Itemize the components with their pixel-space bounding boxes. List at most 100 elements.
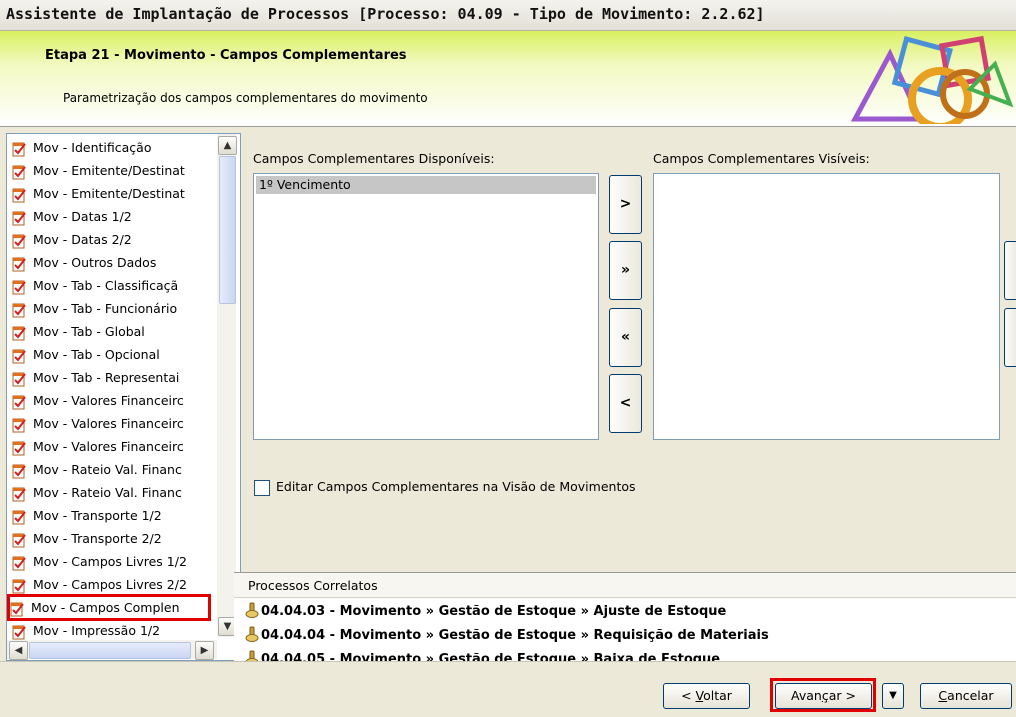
back-button[interactable]: < Voltar: [663, 683, 750, 709]
step-item-label: Mov - Campos Livres 1/2: [33, 554, 187, 569]
checklist-icon: [12, 188, 26, 202]
available-fields-list[interactable]: 1º Vencimento: [253, 173, 599, 440]
steps-vertical-scrollbar[interactable]: ▲ ▼: [217, 134, 237, 637]
back-button-accesskey: V: [695, 688, 704, 703]
step-item-label: Mov - Valores Financeirc: [33, 393, 184, 408]
step-item-label: Mov - Datas 2/2: [33, 232, 132, 247]
move-right-button[interactable]: >: [609, 175, 642, 234]
step-item-label: Mov - Valores Financeirc: [33, 439, 184, 454]
checklist-icon: [12, 211, 26, 225]
step-item-label: Mov - Tab - Representai: [33, 370, 180, 385]
checklist-icon: [12, 349, 26, 363]
related-process-label: 04.04.03 - Movimento » Gestão de Estoque…: [261, 604, 727, 619]
move-left-button[interactable]: <: [609, 374, 642, 433]
step-item[interactable]: Mov - Valores Financeirc: [11, 389, 209, 412]
step-item-label: Mov - Datas 1/2: [33, 209, 132, 224]
step-item[interactable]: Mov - Valores Financeirc: [11, 435, 209, 458]
step-item-label: Mov - Tab - Global: [33, 324, 145, 339]
step-item-label: Mov - Valores Financeirc: [33, 416, 184, 431]
step-item[interactable]: Mov - Valores Financeirc: [11, 412, 209, 435]
next-button-accesskey: ç: [821, 688, 829, 703]
list-item[interactable]: 1º Vencimento: [256, 176, 596, 194]
step-item[interactable]: Mov - Outros Dados: [11, 251, 209, 274]
step-item-label: Mov - Campos Livres 2/2: [33, 577, 187, 592]
step-item[interactable]: Mov - Tab - Classificaçã: [11, 274, 209, 297]
step-item[interactable]: Mov - Transporte 2/2: [11, 527, 209, 550]
related-process-link[interactable]: 04.04.03 - Movimento » Gestão de Estoque…: [244, 601, 726, 623]
scroll-thumb[interactable]: [219, 156, 236, 304]
next-button-label-pre: Avan: [791, 688, 822, 703]
scroll-right-icon[interactable]: ▶: [195, 641, 214, 660]
main-panel: Campos Complementares Disponíveis: 1º Ve…: [241, 133, 1016, 570]
back-button-label-post: oltar: [703, 688, 732, 703]
step-item-label: Mov - Emitente/Destinat: [33, 163, 185, 178]
move-up-button[interactable]: [1004, 241, 1016, 300]
checklist-icon: [12, 418, 26, 432]
step-title: Etapa 21 - Movimento - Campos Complement…: [45, 48, 407, 63]
checklist-icon: [12, 625, 26, 639]
checklist-icon: [12, 464, 26, 478]
checklist-icon: [12, 533, 26, 547]
steps-list[interactable]: Mov - Identificação Mov - Emitente/Destin…: [6, 133, 241, 661]
checklist-icon: [12, 234, 26, 248]
step-description: Parametrização dos campos complementares…: [63, 91, 428, 105]
step-item[interactable]: Mov - Campos Livres 1/2: [11, 550, 209, 573]
step-item[interactable]: Mov - Datas 1/2: [11, 205, 209, 228]
window-title: Assistente de Implantação de Processos […: [6, 5, 765, 23]
step-item[interactable]: Mov - Identificação: [11, 136, 209, 159]
cancel-button-accesskey: C: [938, 688, 948, 703]
checklist-icon: [12, 142, 26, 156]
scroll-up-icon[interactable]: ▲: [218, 136, 237, 155]
next-dropdown-button[interactable]: ▼: [882, 683, 904, 709]
related-process-link[interactable]: 04.04.04 - Movimento » Gestão de Estoque…: [244, 625, 769, 647]
step-item-label: Mov - Tab - Classificaçã: [33, 278, 179, 293]
checklist-icon: [12, 257, 26, 271]
step-item[interactable]: Mov - Tab - Funcionário: [11, 297, 209, 320]
move-all-left-button[interactable]: «: [609, 308, 642, 367]
move-down-button[interactable]: [1004, 308, 1016, 367]
step-item[interactable]: Mov - Rateio Val. Financ: [11, 481, 209, 504]
checklist-icon: [12, 395, 26, 409]
step-item[interactable]: Mov - Datas 2/2: [11, 228, 209, 251]
step-item-label: Mov - Transporte 2/2: [33, 531, 162, 546]
scroll-left-icon[interactable]: ◀: [9, 641, 28, 660]
step-item[interactable]: Mov - Transporte 1/2: [11, 504, 209, 527]
checklist-icon: [12, 556, 26, 570]
visible-fields-label: Campos Complementares Visíveis:: [653, 151, 870, 166]
move-all-right-button[interactable]: »: [609, 241, 642, 300]
step-item[interactable]: Mov - Tab - Opcional: [11, 343, 209, 366]
related-processes-panel: Processos Correlatos 04.04.03 - Moviment…: [234, 572, 1016, 661]
next-button[interactable]: Avançar >: [775, 683, 872, 709]
step-item[interactable]: Mov - Campos Livres 2/2: [11, 573, 209, 596]
chevron-down-icon: ▼: [889, 690, 897, 701]
step-item[interactable]: Mov - Campos Complen: [7, 594, 211, 621]
edit-fields-checkbox-label[interactable]: Editar Campos Complementares na Visão de…: [276, 479, 636, 494]
step-item[interactable]: Mov - Emitente/Destinat: [11, 159, 209, 182]
step-item-label: Mov - Transporte 1/2: [33, 508, 162, 523]
checklist-icon: [12, 579, 26, 593]
checklist-icon: [12, 165, 26, 179]
checklist-icon: [12, 372, 26, 386]
step-item-label: Mov - Outros Dados: [33, 255, 157, 270]
step-item-label: Mov - Tab - Opcional: [33, 347, 160, 362]
back-button-label-pre: <: [681, 688, 696, 703]
step-item[interactable]: Mov - Impressão 1/2: [11, 619, 209, 642]
cancel-button-label-post: ancelar: [947, 688, 994, 703]
cancel-button[interactable]: Cancelar: [920, 683, 1012, 709]
visible-fields-list[interactable]: [653, 173, 1000, 440]
edit-fields-checkbox[interactable]: [254, 480, 270, 496]
checklist-icon: [12, 280, 26, 294]
step-item[interactable]: Mov - Tab - Global: [11, 320, 209, 343]
step-item-label: Mov - Tab - Funcionário: [33, 301, 178, 316]
checklist-icon: [12, 487, 26, 501]
step-item-label: Mov - Rateio Val. Financ: [33, 485, 182, 500]
step-item[interactable]: Mov - Rateio Val. Financ: [11, 458, 209, 481]
related-process-link[interactable]: 04.04.05 - Movimento » Gestão de Estoque…: [244, 649, 720, 661]
step-item[interactable]: Mov - Tab - Representai: [11, 366, 209, 389]
checklist-icon: [10, 602, 24, 616]
scroll-thumb-horizontal[interactable]: [29, 642, 191, 659]
steps-horizontal-scrollbar[interactable]: ◀ ▶: [7, 640, 217, 660]
step-item[interactable]: Mov - Emitente/Destinat: [11, 182, 209, 205]
process-icon: [245, 626, 259, 642]
step-item-label: Mov - Rateio Val. Financ: [33, 462, 182, 477]
